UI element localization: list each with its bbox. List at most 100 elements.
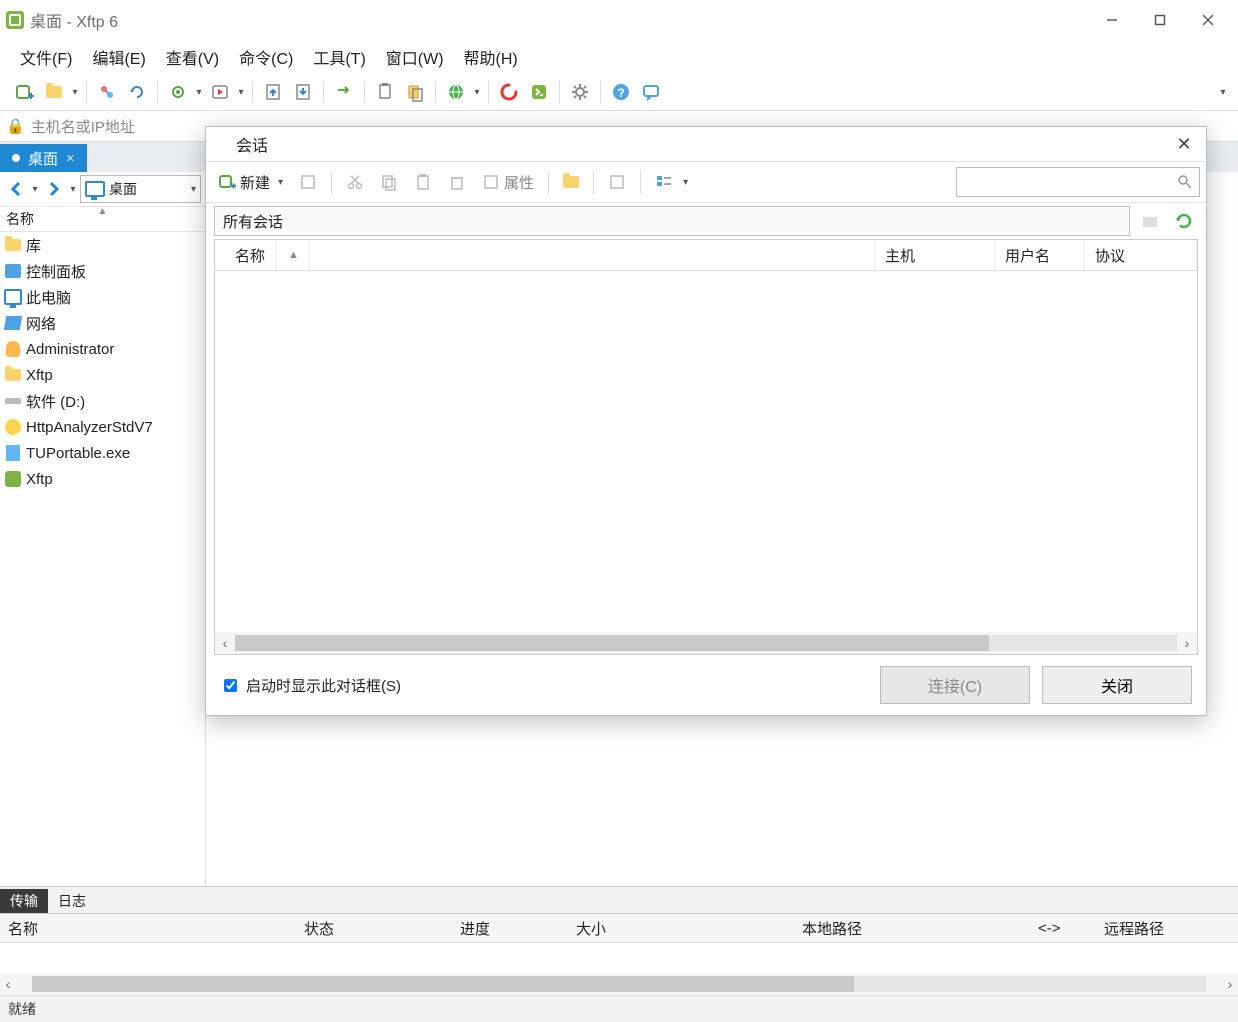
col-status[interactable]: 状态 (296, 918, 452, 939)
globe-icon[interactable] (442, 78, 470, 106)
col-local[interactable]: 本地路径 (794, 918, 1030, 939)
transfer-icon[interactable] (330, 78, 358, 106)
globe-dropdown[interactable]: ▾ (472, 87, 482, 98)
copy-icon[interactable] (371, 78, 399, 106)
tree-item[interactable]: HttpAnalyzerStdV7 (0, 414, 205, 440)
menu-file[interactable]: 文件(F) (10, 41, 82, 73)
show-on-startup-checkbox[interactable]: 启动时显示此对话框(S) (220, 675, 401, 696)
tab-status-dot (12, 154, 20, 162)
paste-icon[interactable] (408, 168, 438, 196)
upload-icon[interactable] (259, 78, 287, 106)
menu-help[interactable]: 帮助(H) (454, 41, 528, 73)
forward-dropdown[interactable]: ▾ (68, 184, 78, 195)
tree-item[interactable]: 软件 (D:) (0, 388, 205, 414)
app-window: 桌面 - Xftp 6 文件(F) 编辑(E) 查看(V) 命令(C) 工具(T… (0, 0, 1238, 1022)
open-folder-dropdown[interactable]: ▾ (70, 87, 80, 98)
folder-up-icon[interactable] (1136, 207, 1164, 235)
connect-button[interactable]: 连接(C) (880, 666, 1030, 704)
close-button[interactable]: 关闭 (1042, 666, 1192, 704)
tree-item[interactable]: 网络 (0, 310, 205, 336)
file-icon (4, 236, 22, 254)
new-session-button[interactable]: 新建 ▾ (212, 168, 289, 196)
menu-view[interactable]: 查看(V) (156, 41, 229, 73)
tree-item[interactable]: 控制面板 (0, 258, 205, 284)
view-mode-icon[interactable]: ▾ (649, 168, 694, 196)
status-bar: 就绪 (0, 995, 1238, 1022)
tab-close-icon[interactable]: × (66, 150, 75, 167)
col-size[interactable]: 大小 (568, 918, 794, 939)
minimize-button[interactable] (1088, 0, 1136, 40)
new-folder-icon[interactable] (557, 168, 585, 196)
tree-item[interactable]: Xftp (0, 362, 205, 388)
tab-log[interactable]: 日志 (48, 889, 96, 913)
session-list: 名称 ▲ 主机 用户名 协议 ‹› (214, 239, 1198, 655)
item-label: Administrator (26, 341, 114, 358)
search-icon (1177, 174, 1193, 190)
bottom-tabs: 传输 日志 (0, 887, 1238, 914)
play-icon[interactable] (206, 78, 234, 106)
reconnect-icon[interactable] (123, 78, 151, 106)
delete2-icon[interactable] (442, 168, 472, 196)
toolbar-overflow[interactable]: ▾ (1218, 87, 1228, 98)
menu-edit[interactable]: 编辑(E) (82, 41, 155, 73)
col-host[interactable]: 主机 (875, 240, 995, 270)
tree-item[interactable]: Xftp (0, 466, 205, 492)
cut-icon[interactable] (340, 168, 370, 196)
new-session-icon[interactable] (10, 78, 38, 106)
menu-tools[interactable]: 工具(T) (303, 41, 375, 73)
delete-icon[interactable] (293, 168, 323, 196)
open-folder-icon[interactable] (40, 78, 68, 106)
window-title: 桌面 - Xftp 6 (30, 8, 118, 32)
session-path[interactable]: 所有会话 (214, 206, 1130, 236)
transfer-hscroll[interactable]: ‹ › (0, 973, 1238, 995)
dialog-close-icon[interactable]: ✕ (1170, 134, 1198, 155)
item-label: Xftp (26, 471, 53, 488)
settings-dropdown[interactable]: ▾ (194, 87, 204, 98)
tree-item[interactable]: 库 (0, 232, 205, 258)
help-icon[interactable]: ? (607, 78, 635, 106)
tree-item[interactable]: Administrator (0, 336, 205, 362)
local-column-header[interactable]: 名称 ▲ (0, 207, 205, 232)
properties-button[interactable]: 属性 (476, 168, 540, 196)
maximize-button[interactable] (1136, 0, 1184, 40)
menu-window[interactable]: 窗口(W) (376, 41, 454, 73)
tab-transfer[interactable]: 传输 (0, 889, 48, 913)
back-dropdown[interactable]: ▾ (30, 184, 40, 195)
gear-icon[interactable] (566, 78, 594, 106)
col-proto[interactable]: 协议 (1085, 240, 1197, 270)
copy-icon[interactable] (374, 168, 404, 196)
session-hscroll[interactable]: ‹› (215, 632, 1197, 654)
forward-button[interactable] (42, 177, 66, 201)
sort-asc-icon: ▲ (98, 206, 108, 217)
main-toolbar: ▾ ▾ ▾ ▾ ? ▾ (0, 74, 1238, 111)
settings-icon[interactable] (164, 78, 192, 106)
tab-desktop[interactable]: 桌面 × (0, 144, 87, 172)
menu-command[interactable]: 命令(C) (229, 41, 303, 73)
tree-item[interactable]: TUPortable.exe (0, 440, 205, 466)
col-name[interactable]: 名称 (0, 918, 296, 939)
dialog-search[interactable] (956, 167, 1200, 197)
download-icon[interactable] (289, 78, 317, 106)
swirl-icon[interactable] (495, 78, 523, 106)
col-progress[interactable]: 进度 (452, 918, 568, 939)
paste-icon[interactable] (401, 78, 429, 106)
location-box[interactable]: 桌面 ▾ (80, 175, 201, 203)
checkbox-input[interactable] (224, 679, 237, 692)
back-button[interactable] (4, 177, 28, 201)
col-user[interactable]: 用户名 (995, 240, 1085, 270)
feedback-icon[interactable] (637, 78, 665, 106)
search-input[interactable] (963, 173, 1177, 191)
tree-item[interactable]: 此电脑 (0, 284, 205, 310)
col-name[interactable]: 名称 ▲ (215, 240, 875, 270)
session-list-body[interactable] (215, 271, 1197, 632)
play-dropdown[interactable]: ▾ (236, 87, 246, 98)
col-remote[interactable]: 远程路径 (1096, 918, 1172, 939)
refresh-icon[interactable] (1170, 207, 1198, 235)
file-icon (4, 392, 22, 410)
col-direction[interactable]: <-> (1030, 920, 1096, 937)
session-dialog: 会话 ✕ 新建 ▾ 属性 ▾ (205, 126, 1207, 716)
xshell-icon[interactable] (525, 78, 553, 106)
disconnect-icon[interactable] (93, 78, 121, 106)
import-icon[interactable] (602, 168, 632, 196)
close-button[interactable] (1184, 0, 1232, 40)
